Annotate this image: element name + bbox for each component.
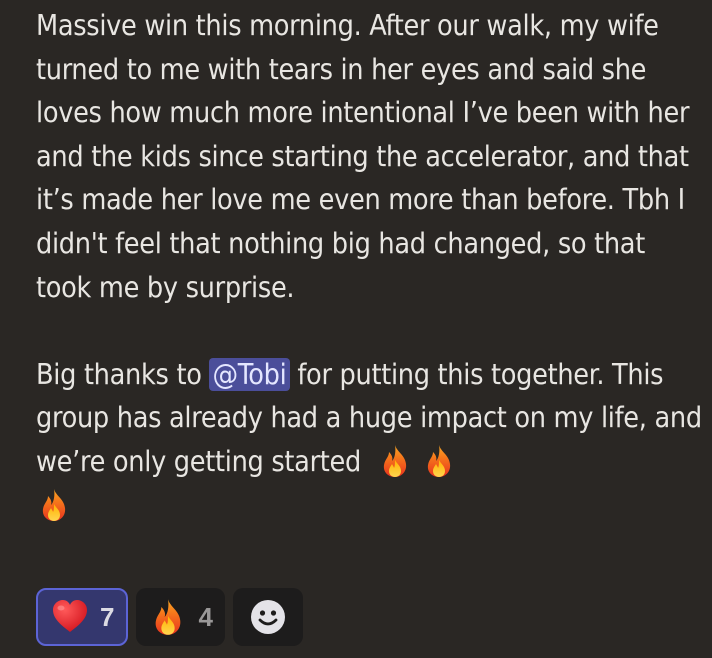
smiley-face-icon [250,600,285,634]
reaction-count: 4 [198,601,213,632]
fire-icon [36,487,72,523]
message-body: Massive win this morning. After our walk… [36,4,702,527]
heart-icon [53,600,87,632]
reaction-heart[interactable]: 7 [36,588,129,646]
user-mention[interactable]: @Tobi [209,357,290,391]
reaction-bar: 7 4 [36,588,303,650]
fire-icon [421,443,457,479]
message-text: Big thanks to [36,357,210,391]
reaction-fire[interactable]: 4 [136,588,225,646]
add-reaction-button[interactable] [232,588,303,646]
message-paragraph-1: Massive win this morning. After our walk… [36,4,702,309]
fire-icon [377,443,413,479]
fire-icon [148,597,188,637]
message-text: Massive win this morning. After our walk… [36,9,690,304]
message-paragraph-2: Big thanks to @Tobi for putting this tog… [36,353,702,527]
reaction-count: 7 [100,601,115,632]
